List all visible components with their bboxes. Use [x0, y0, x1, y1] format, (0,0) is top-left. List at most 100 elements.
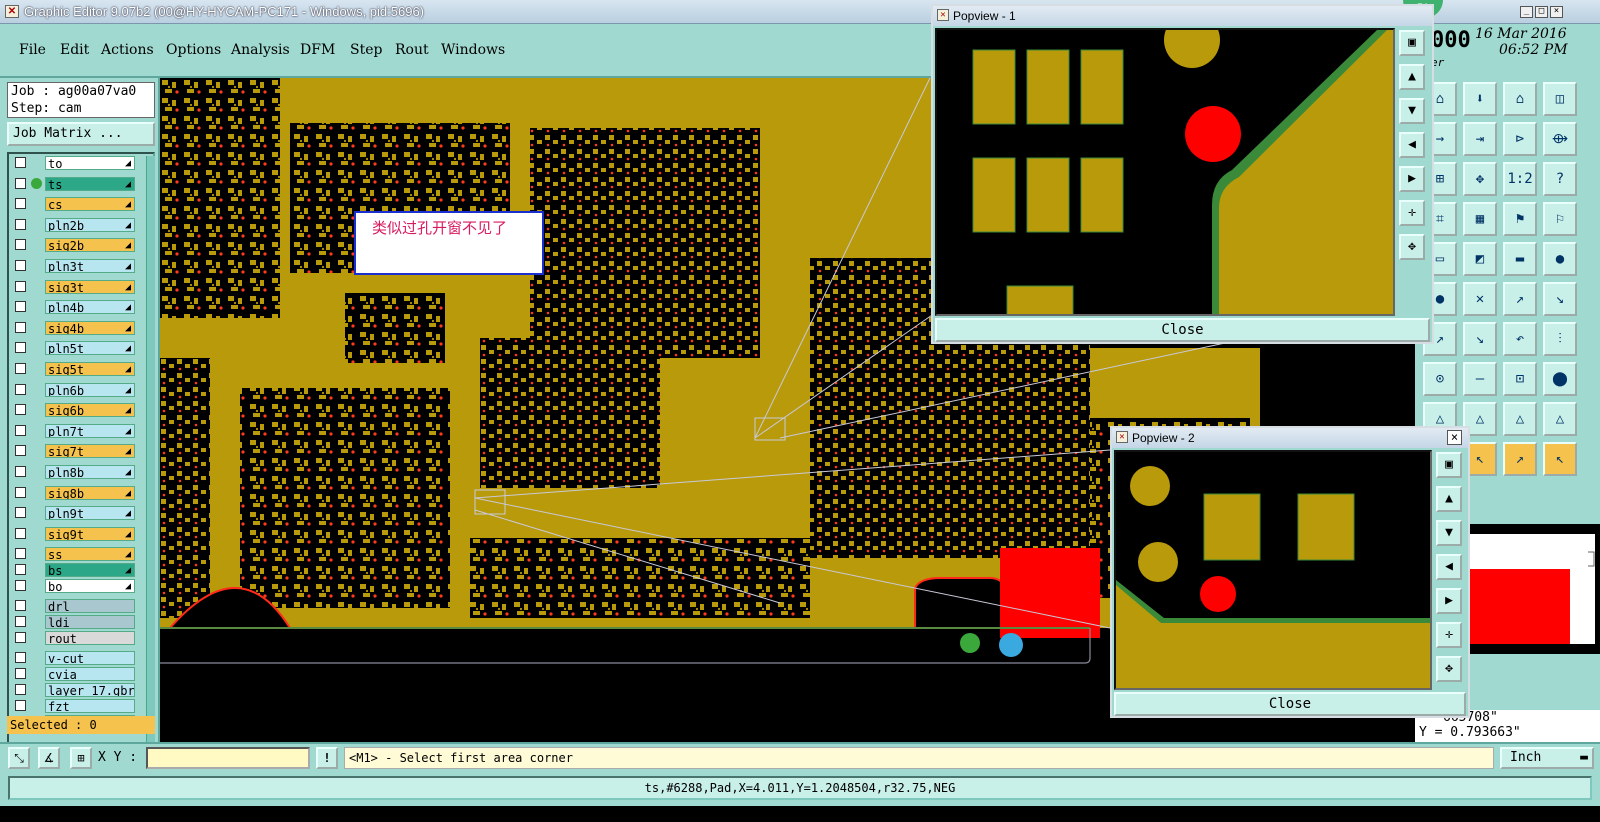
- layer-name[interactable]: pln3t ◢: [45, 259, 135, 273]
- popview-2-right-icon[interactable]: ▶: [1436, 588, 1462, 614]
- popview-2-pan-icon[interactable]: ✥: [1436, 656, 1462, 682]
- tool-bar-icon[interactable]: ▬: [1503, 242, 1537, 276]
- layer-row[interactable]: pln5t ◢: [9, 341, 145, 356]
- layer-checkbox[interactable]: [15, 700, 26, 712]
- layer-row[interactable]: sig2b ◢: [9, 238, 145, 253]
- tool-jump-icon[interactable]: ⇥: [1463, 122, 1497, 156]
- tool-blob-icon[interactable]: ⬤: [1543, 362, 1577, 396]
- close-window-button[interactable]: ×: [1550, 6, 1563, 18]
- layer-checkbox[interactable]: [15, 342, 26, 354]
- layer-name[interactable]: pln7t ◢: [45, 423, 135, 438]
- layer-checkbox[interactable]: [15, 321, 26, 333]
- popview-1-right-icon[interactable]: ▶: [1399, 166, 1425, 192]
- layer-name[interactable]: bo ◢: [45, 579, 135, 594]
- tool-cross-icon[interactable]: ✕: [1463, 282, 1497, 316]
- grid-icon[interactable]: ⊞: [70, 747, 92, 769]
- tool-arrow-ne-icon[interactable]: ↗: [1503, 282, 1537, 316]
- layer-checkbox[interactable]: [15, 507, 26, 519]
- tool-dot-icon[interactable]: ●: [1543, 242, 1577, 276]
- popview-2-zoom-icon[interactable]: ▣: [1436, 452, 1462, 478]
- layer-checkbox[interactable]: [15, 445, 26, 457]
- tool-cursor-d-icon[interactable]: ↖: [1543, 442, 1577, 476]
- layer-row[interactable]: pln7t ◢: [9, 423, 145, 438]
- menu-analysis[interactable]: Analysis: [231, 42, 290, 58]
- layer-name[interactable]: pln5t ◢: [45, 341, 135, 356]
- popview-2-close-icon[interactable]: ×: [1447, 430, 1462, 445]
- popview-1-close-button[interactable]: Close: [935, 318, 1430, 342]
- popview-2-up-icon[interactable]: ▲: [1436, 486, 1462, 512]
- layer-row[interactable]: fzt: [9, 699, 145, 714]
- tool-arrow-se-icon[interactable]: ↘: [1543, 282, 1577, 316]
- layer-checkbox[interactable]: [15, 383, 26, 395]
- layer-checkbox[interactable]: [15, 684, 26, 696]
- layer-checkbox[interactable]: [15, 239, 26, 251]
- layer-checkbox[interactable]: [15, 198, 26, 210]
- popview-2-down-icon[interactable]: ▼: [1436, 520, 1462, 546]
- tool-view-icon[interactable]: ⊳: [1503, 122, 1537, 156]
- menu-file[interactable]: File: [19, 42, 46, 58]
- maximize-button[interactable]: □: [1535, 6, 1548, 18]
- layer-checkbox[interactable]: [15, 548, 26, 560]
- menu-edit[interactable]: Edit: [60, 42, 89, 58]
- layer-row[interactable]: v-cut: [9, 651, 145, 666]
- layer-name[interactable]: pln2b ◢: [45, 217, 135, 232]
- popview-1-view[interactable]: [935, 12, 1395, 317]
- layer-name[interactable]: cs ◢: [45, 197, 135, 212]
- layer-checkbox[interactable]: [15, 404, 26, 416]
- zoom-area-icon[interactable]: ⤡: [8, 747, 30, 769]
- layer-row[interactable]: pln9t ◢: [9, 506, 145, 521]
- menu-dfm[interactable]: DFM: [300, 42, 335, 58]
- layer-name[interactable]: sig4b ◢: [45, 320, 135, 335]
- layer-name[interactable]: pln8b ◢: [45, 465, 135, 479]
- layer-checkbox[interactable]: [15, 632, 26, 644]
- tool-line-se-icon[interactable]: ↘: [1463, 322, 1497, 356]
- layer-checkbox[interactable]: [15, 652, 26, 664]
- minimize-button[interactable]: _: [1520, 6, 1533, 18]
- tool-flag2-icon[interactable]: ⚐: [1543, 202, 1577, 236]
- layer-name[interactable]: ldi: [45, 615, 135, 630]
- layer-name[interactable]: bs ◢: [45, 563, 135, 578]
- tool-tri-d-icon[interactable]: △: [1543, 402, 1577, 436]
- popview-2-left-icon[interactable]: ◀: [1436, 554, 1462, 580]
- layer-row[interactable]: bs ◢: [9, 563, 145, 578]
- menu-windows[interactable]: Windows: [441, 42, 505, 58]
- layer-row[interactable]: ldi: [9, 615, 145, 630]
- layer-name[interactable]: layer_17.gbr: [45, 683, 135, 698]
- layer-name[interactable]: sig8b ◢: [45, 485, 135, 500]
- tool-tri-c-icon[interactable]: △: [1503, 402, 1537, 436]
- layer-name[interactable]: to ◢: [45, 156, 135, 170]
- layer-row[interactable]: sig3t ◢: [9, 279, 145, 294]
- layer-name[interactable]: ts ◢: [45, 176, 135, 191]
- tool-frame-icon[interactable]: ◫: [1543, 82, 1577, 116]
- layer-name[interactable]: v-cut: [45, 651, 135, 666]
- layer-checkbox[interactable]: [15, 616, 26, 628]
- layer-row[interactable]: pln4b ◢: [9, 300, 145, 315]
- layer-row[interactable]: cvia: [9, 667, 145, 682]
- units-select[interactable]: Inch ▬: [1500, 747, 1594, 769]
- tool-parallel-icon[interactable]: ⫶: [1543, 322, 1577, 356]
- layer-row[interactable]: sig4b ◢: [9, 320, 145, 335]
- layer-row[interactable]: pln3t ◢: [9, 259, 145, 273]
- tool-undo-icon[interactable]: ↶: [1503, 322, 1537, 356]
- popview-2-fit-icon[interactable]: ✛: [1436, 622, 1462, 648]
- tool-dash-icon[interactable]: —: [1463, 362, 1497, 396]
- tool-house-icon[interactable]: ⌂: [1503, 82, 1537, 116]
- popview-2-view[interactable]: [1114, 450, 1432, 690]
- layer-row[interactable]: cs ◢: [9, 197, 145, 212]
- layer-checkbox[interactable]: [15, 527, 26, 539]
- layer-row[interactable]: sig8b ◢: [9, 485, 145, 500]
- menu-step[interactable]: Step: [350, 42, 382, 58]
- layer-row[interactable]: pln6b ◢: [9, 382, 145, 397]
- layer-name[interactable]: cvia: [45, 667, 135, 682]
- layer-name[interactable]: fzt: [45, 699, 135, 714]
- layer-name[interactable]: ss ◢: [45, 547, 135, 562]
- layer-checkbox[interactable]: [15, 260, 26, 271]
- layer-checkbox[interactable]: [15, 280, 26, 292]
- layer-row[interactable]: sig5t ◢: [9, 362, 145, 376]
- tool-box-icon[interactable]: ⊡: [1503, 362, 1537, 396]
- layer-scrollbar[interactable]: [146, 156, 155, 786]
- tool-target-icon[interactable]: ⊙: [1423, 362, 1457, 396]
- popview-1-left-icon[interactable]: ◀: [1399, 132, 1425, 158]
- layer-name[interactable]: sig7t ◢: [45, 444, 135, 459]
- layer-name[interactable]: sig6b ◢: [45, 403, 135, 418]
